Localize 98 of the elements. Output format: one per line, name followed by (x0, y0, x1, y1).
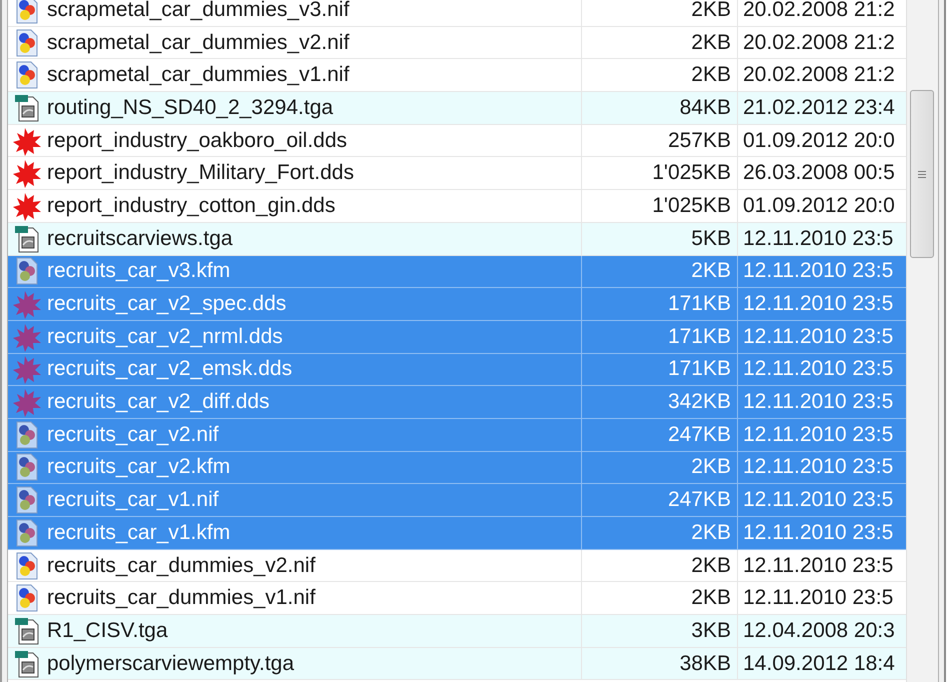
scrollbar[interactable] (906, 0, 938, 682)
file-date: 12.11.2010 23:5 (743, 259, 894, 284)
file-date: 14.09.2012 18:4 (743, 652, 895, 676)
file-size: 2KB (691, 63, 731, 88)
model-file-icon (15, 552, 39, 580)
grip-icon (918, 170, 926, 178)
file-date: 20.02.2008 21:2 (743, 30, 895, 55)
file-row[interactable]: recruits_car_dummies_v2.nif 2KB 12.11.2010 23:5 (8, 550, 906, 582)
file-date: 12.11.2010 23:5 (743, 292, 894, 316)
file-row[interactable]: scrapmetal_car_dummies_v1.nif 2KB 20.02.2008 21:2 (8, 59, 906, 92)
scrollbar-thumb[interactable] (910, 90, 934, 258)
image-file-icon (14, 94, 40, 122)
file-size: 1'025KB (652, 161, 731, 186)
file-date: 20.02.2008 21:2 (743, 0, 895, 22)
file-size: 2KB (691, 455, 731, 480)
file-name: recruitscarviews.tga (46, 226, 234, 251)
file-date: 26.03.2008 00:5 (743, 161, 895, 186)
file-date: 12.04.2008 20:3 (743, 618, 895, 643)
file-name: recruits_car_dummies_v1.nif (46, 586, 316, 610)
file-size: 84KB (680, 96, 731, 120)
file-date: 12.11.2010 23:5 (743, 455, 894, 480)
file-date: 12.11.2010 23:5 (743, 226, 894, 251)
model-file-icon (15, 518, 39, 547)
file-row[interactable]: recruitscarviews.tga 5KB 12.11.2010 23:5 (8, 222, 906, 256)
file-date: 01.09.2012 20:0 (743, 194, 895, 218)
splat-file-icon (12, 387, 42, 418)
file-name: recruits_car_v1.kfm (46, 520, 232, 545)
model-file-icon (15, 486, 39, 514)
file-size: 2KB (691, 259, 731, 284)
model-file-icon (15, 61, 39, 90)
file-size: 2KB (691, 554, 731, 578)
file-size: 257KB (668, 128, 731, 153)
splat-file-icon (12, 289, 42, 320)
splat-file-icon (12, 190, 42, 221)
file-size: 247KB (668, 488, 731, 512)
file-row[interactable]: report_industry_oakboro_oil.dds 257KB 01.09.2012 20:0 (8, 124, 906, 158)
file-name: recruits_car_v2_nrml.dds (46, 324, 284, 349)
file-row[interactable]: scrapmetal_car_dummies_v2.nif 2KB 20.02.2008 21:2 (8, 26, 906, 60)
file-date: 12.11.2010 23:5 (743, 488, 894, 512)
file-size: 2KB (691, 586, 731, 610)
model-file-icon (15, 28, 39, 57)
image-file-icon (14, 224, 40, 253)
file-size: 171KB (668, 357, 731, 382)
model-file-icon (15, 584, 39, 612)
file-row[interactable]: scrapmetal_car_dummies_v3.nif 2KB 20.02.2008 21:2 (8, 0, 906, 27)
file-date: 12.11.2010 23:5 (743, 422, 894, 447)
file-name: report_industry_Military_Fort.dds (46, 161, 355, 186)
file-size: 171KB (668, 292, 731, 316)
model-file-icon (15, 257, 39, 286)
file-name: scrapmetal_car_dummies_v1.nif (46, 63, 350, 88)
file-date: 12.11.2010 23:5 (743, 586, 894, 610)
file-name: polymerscarviewempty.tga (46, 652, 296, 676)
file-size: 2KB (691, 30, 731, 55)
file-date: 12.11.2010 23:5 (743, 554, 894, 578)
model-file-icon (15, 453, 39, 482)
model-file-icon (15, 420, 39, 449)
file-name: recruits_car_v2_emsk.dds (46, 357, 294, 382)
splat-file-icon (12, 354, 42, 384)
file-name: report_industry_cotton_gin.dds (46, 194, 336, 218)
file-size: 2KB (691, 520, 731, 545)
file-date: 01.09.2012 20:0 (743, 128, 895, 153)
file-name: scrapmetal_car_dummies_v3.nif (46, 0, 350, 22)
file-date: 12.11.2010 23:5 (743, 520, 894, 545)
file-date: 12.11.2010 23:5 (743, 390, 894, 414)
file-date: 12.11.2010 23:5 (743, 357, 894, 382)
file-row[interactable]: report_industry_cotton_gin.dds 1'025KB 01.09.2012 20:0 (8, 190, 906, 223)
file-row[interactable]: recruits_car_dummies_v1.nif 2KB 12.11.2010 23:5 (8, 582, 906, 616)
file-name: report_industry_oakboro_oil.dds (46, 128, 348, 153)
file-size: 171KB (668, 324, 731, 349)
file-name: routing_NS_SD40_2_3294.tga (46, 96, 334, 120)
file-size: 38KB (680, 652, 731, 676)
file-size: 342KB (668, 390, 731, 414)
file-date: 12.11.2010 23:5 (743, 324, 894, 349)
model-file-icon (15, 0, 39, 24)
file-size: 5KB (691, 226, 731, 251)
file-size: 1'025KB (652, 194, 731, 218)
file-row[interactable]: R1_CISV.tga 3KB 12.04.2008 20:3 (8, 615, 906, 648)
file-name: recruits_car_v2_diff.dds (46, 390, 271, 414)
file-date: 20.02.2008 21:2 (743, 63, 895, 88)
file-name: recruits_car_dummies_v2.nif (46, 554, 316, 578)
splat-file-icon (12, 158, 42, 188)
file-size: 247KB (668, 422, 731, 447)
file-size: 2KB (691, 0, 731, 22)
image-file-icon (14, 616, 40, 645)
file-row[interactable]: routing_NS_SD40_2_3294.tga 84KB 21.02.2012 23:4 (8, 92, 906, 125)
file-date: 21.02.2012 23:4 (743, 96, 895, 120)
file-name: recruits_car_v3.kfm (46, 259, 232, 284)
image-file-icon (14, 650, 40, 678)
file-name: recruits_car_v1.nif (46, 488, 220, 512)
file-name: recruits_car_v2.nif (46, 422, 220, 447)
splat-file-icon (12, 126, 42, 156)
splat-file-icon (12, 322, 42, 352)
file-name: scrapmetal_car_dummies_v2.nif (46, 30, 350, 55)
file-size: 3KB (691, 618, 731, 643)
file-name: recruits_car_v2.kfm (46, 455, 232, 480)
file-name: recruits_car_v2_spec.dds (46, 292, 288, 316)
file-row[interactable]: report_industry_Military_Fort.dds 1'025KB 26.03.2008 00:5 (8, 157, 906, 190)
file-row[interactable]: polymerscarviewempty.tga 38KB 14.09.2012 18:4 (8, 648, 906, 680)
